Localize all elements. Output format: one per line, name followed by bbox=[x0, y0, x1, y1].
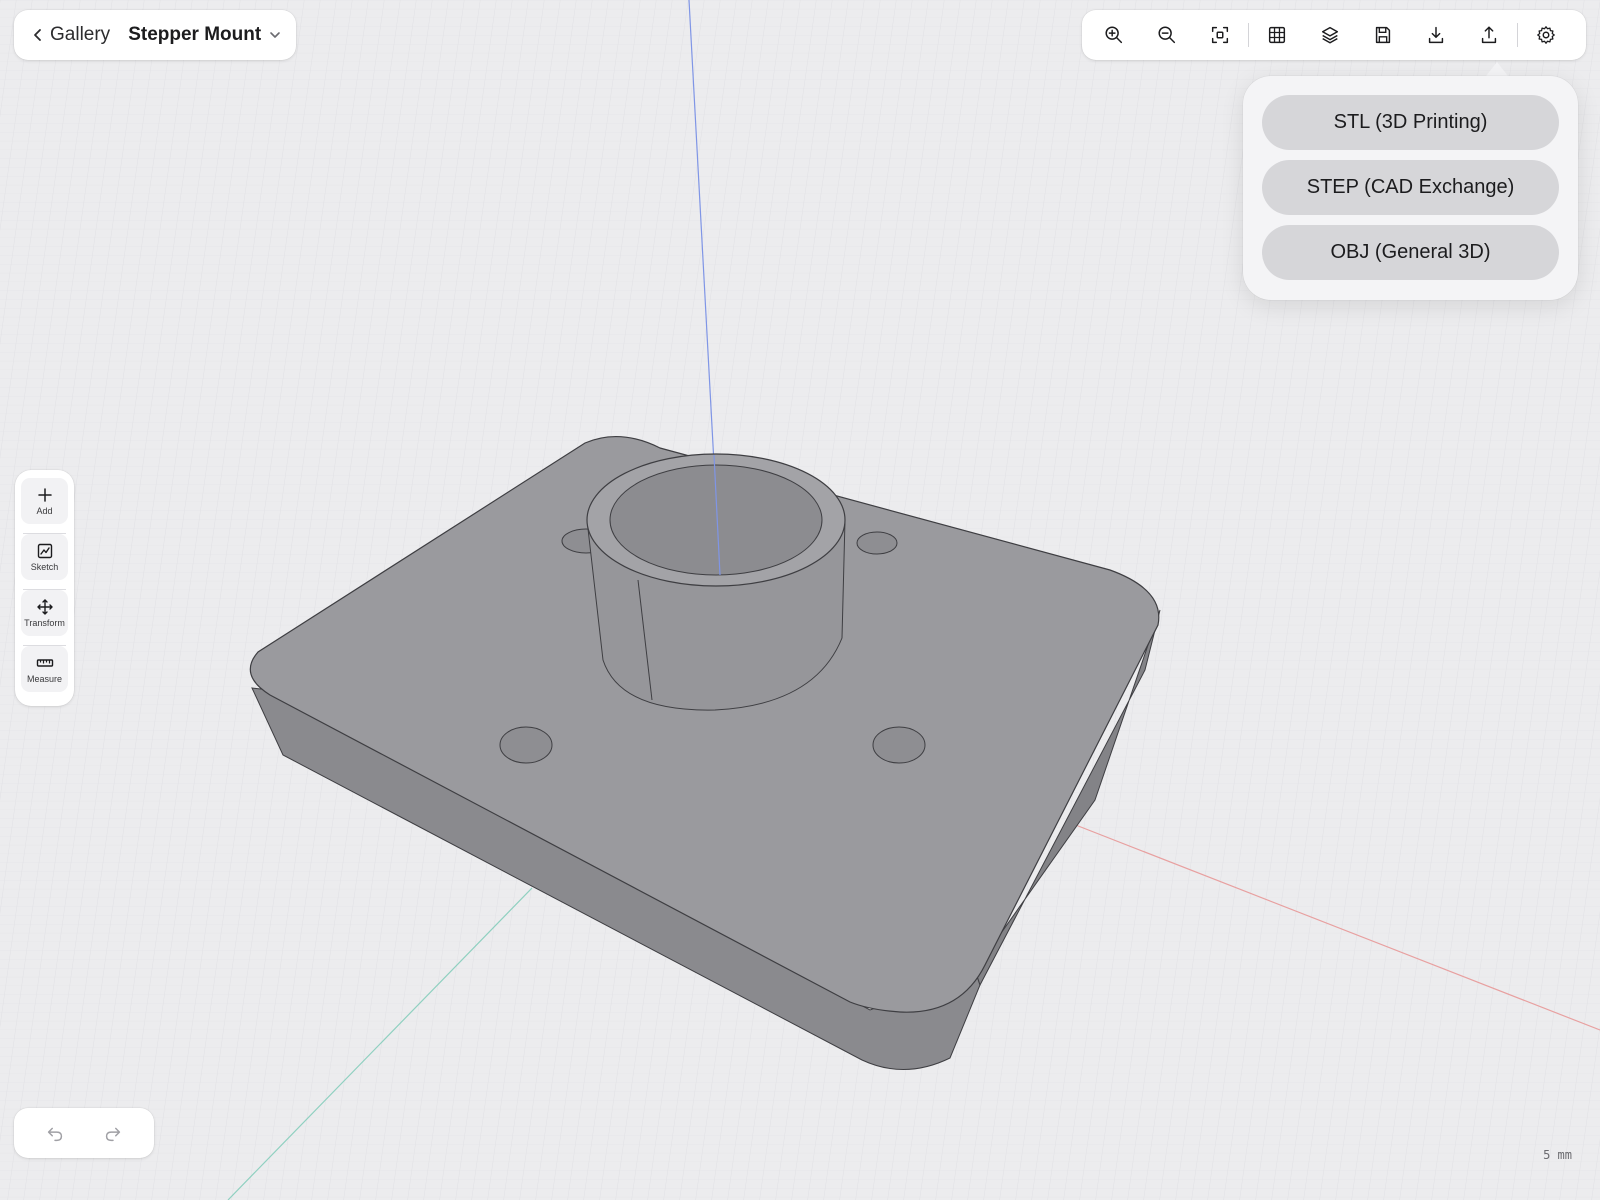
document-title[interactable]: Stepper Mount bbox=[128, 24, 261, 46]
sketch-tool-button[interactable]: Sketch bbox=[21, 534, 68, 580]
export-format-menu: STL (3D Printing) STEP (CAD Exchange) OB… bbox=[1243, 76, 1578, 300]
ruler-icon bbox=[36, 659, 53, 667]
transform-tool-button[interactable]: Transform bbox=[21, 590, 68, 636]
document-header: Gallery Stepper Mount bbox=[14, 10, 296, 60]
layers-icon bbox=[1321, 26, 1339, 44]
zoom-out-button[interactable] bbox=[1145, 17, 1189, 53]
save-icon bbox=[1375, 26, 1391, 44]
export-button[interactable] bbox=[1467, 17, 1511, 53]
redo-icon bbox=[105, 1127, 121, 1142]
back-button-label: Gallery bbox=[50, 24, 111, 45]
export-stl-option[interactable]: STL (3D Printing) bbox=[1262, 95, 1559, 150]
popover-arrow bbox=[1486, 62, 1508, 76]
export-obj-option[interactable]: OBJ (General 3D) bbox=[1262, 225, 1559, 280]
zoom-in-icon bbox=[1105, 26, 1123, 44]
settings-button[interactable] bbox=[1524, 17, 1568, 53]
mounting-hole bbox=[872, 726, 926, 764]
measure-tool-button[interactable]: Measure bbox=[21, 646, 68, 692]
add-tool-button[interactable]: Add bbox=[21, 478, 68, 524]
plus-icon bbox=[37, 488, 52, 502]
export-step-option[interactable]: STEP (CAD Exchange) bbox=[1262, 160, 1559, 215]
boss-bore bbox=[609, 464, 823, 576]
measure-tool-label: Measure bbox=[26, 674, 62, 684]
download-button[interactable] bbox=[1414, 17, 1458, 53]
mounting-hole bbox=[856, 531, 898, 555]
history-controls bbox=[14, 1108, 154, 1158]
top-toolbar bbox=[1082, 10, 1586, 60]
back-to-gallery-button[interactable]: Gallery bbox=[32, 24, 110, 46]
toolbar-divider bbox=[1248, 23, 1249, 47]
zoom-out-icon bbox=[1158, 26, 1176, 44]
grid-toggle-button[interactable] bbox=[1255, 17, 1299, 53]
download-icon bbox=[1428, 26, 1444, 44]
grid-icon bbox=[1268, 26, 1286, 44]
undo-icon bbox=[47, 1127, 63, 1142]
chevron-left-icon bbox=[34, 29, 41, 41]
sketch-tool-label: Sketch bbox=[30, 562, 59, 572]
toolbar-divider bbox=[1517, 23, 1518, 47]
scale-indicator: 5 mm bbox=[1543, 1148, 1572, 1162]
settings-icon bbox=[1537, 26, 1555, 44]
zoom-in-button[interactable] bbox=[1092, 17, 1136, 53]
undo-button[interactable] bbox=[35, 1115, 75, 1151]
add-tool-label: Add bbox=[36, 506, 53, 516]
mounting-hole bbox=[499, 726, 553, 764]
tool-palette: Add Sketch Transform Measure bbox=[15, 470, 74, 706]
chevron-down-icon[interactable] bbox=[269, 30, 281, 40]
fit-view-button[interactable] bbox=[1198, 17, 1242, 53]
transform-tool-label: Transform bbox=[24, 618, 65, 628]
export-icon bbox=[1481, 26, 1497, 44]
layers-button[interactable] bbox=[1308, 17, 1352, 53]
move-arrows-icon bbox=[36, 599, 53, 615]
save-button[interactable] bbox=[1361, 17, 1405, 53]
sketch-icon bbox=[37, 543, 52, 559]
fit-view-icon bbox=[1211, 26, 1229, 44]
redo-button[interactable] bbox=[93, 1115, 133, 1151]
